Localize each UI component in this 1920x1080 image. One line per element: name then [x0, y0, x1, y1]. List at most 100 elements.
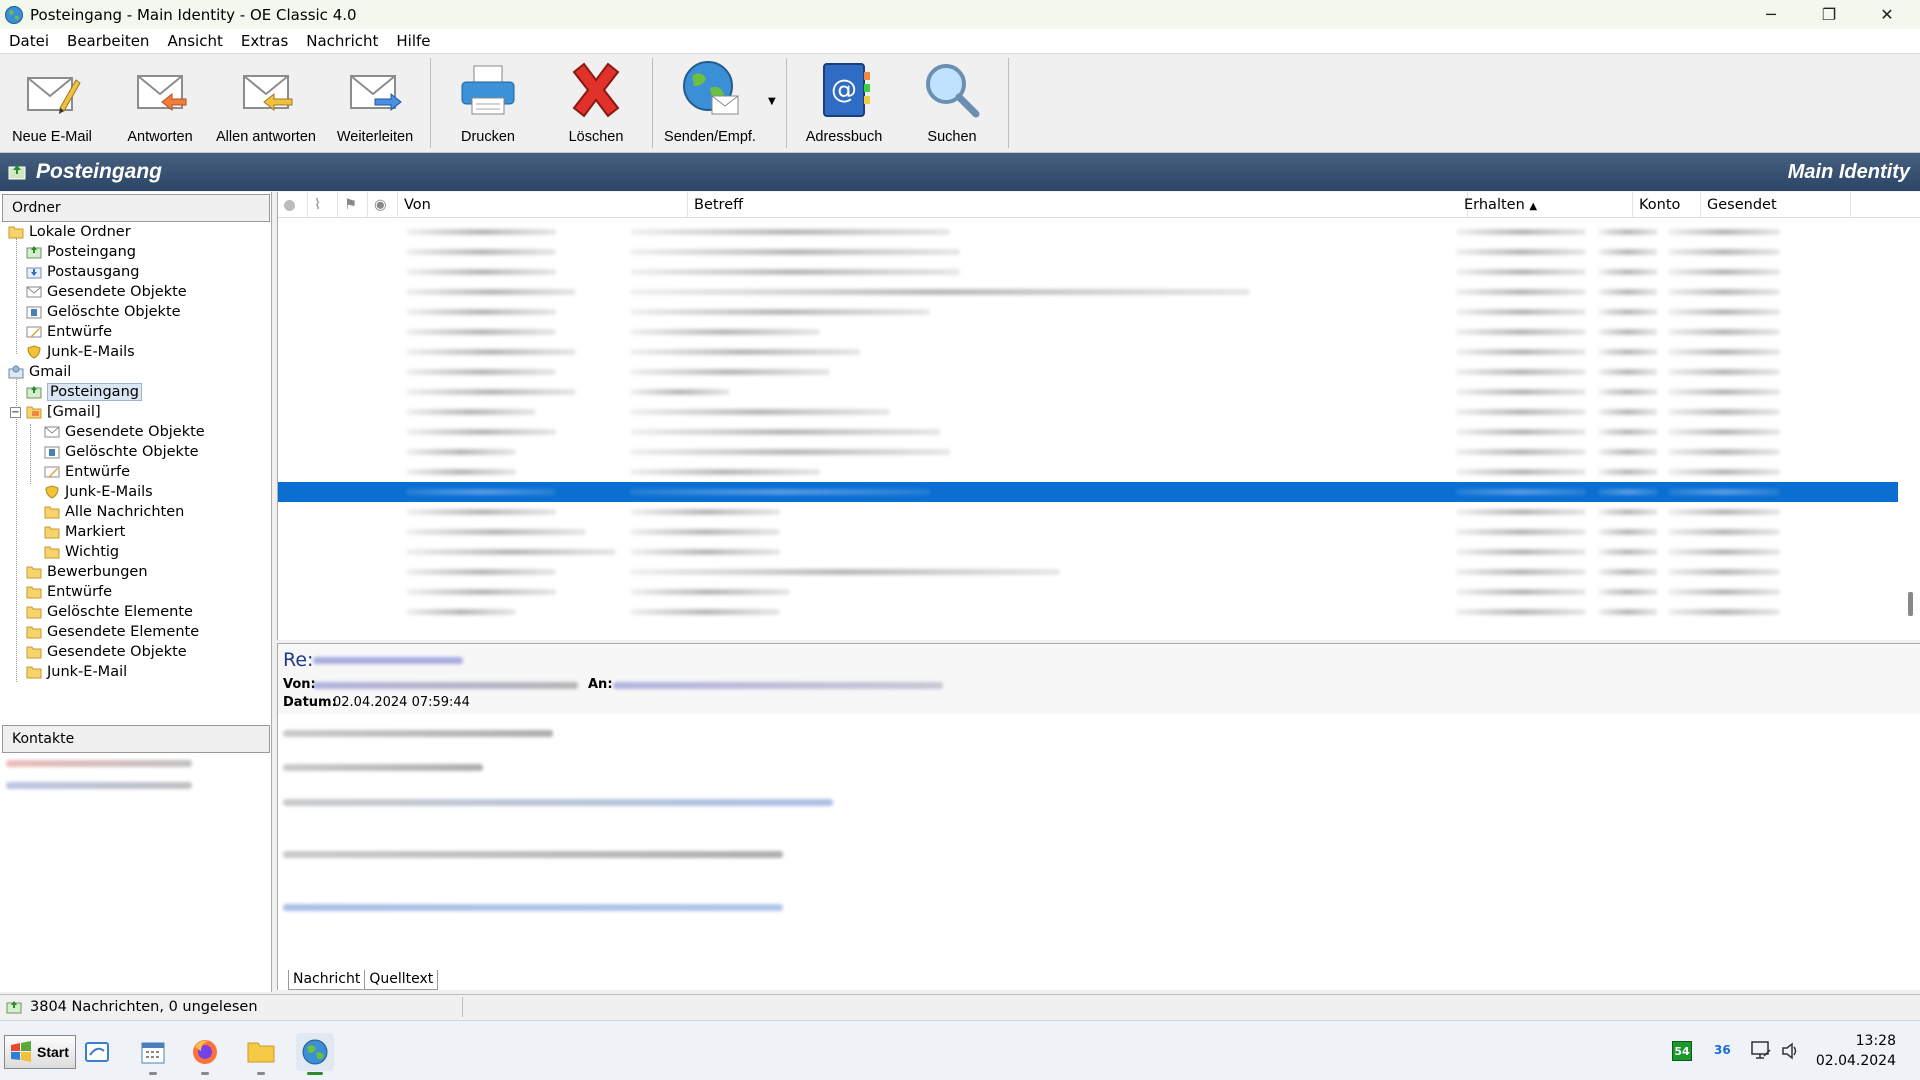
message-row[interactable] — [278, 362, 1898, 382]
reply-button[interactable]: Antworten — [118, 56, 202, 150]
folder-gmail-inbox[interactable]: Posteingang — [26, 382, 142, 402]
account-gmail[interactable]: Gmail — [8, 362, 71, 382]
close-button[interactable]: ✕ — [1858, 0, 1916, 29]
folder-local[interactable]: Lokale Ordner — [8, 222, 131, 242]
message-row[interactable] — [278, 342, 1898, 362]
col-from[interactable]: Von — [398, 192, 688, 218]
tray-app-badge[interactable]: 54 — [1672, 1041, 1692, 1061]
speaker-volume-icon[interactable] — [1780, 1041, 1800, 1061]
message-row[interactable] — [278, 582, 1898, 602]
address-book-button[interactable]: @ Adressbuch — [800, 56, 888, 150]
message-row[interactable] — [278, 382, 1898, 402]
scrollbar-thumb[interactable] — [1908, 592, 1913, 616]
print-button[interactable]: Drucken — [446, 56, 530, 150]
folder-gmail-group[interactable]: − [Gmail] — [10, 402, 101, 422]
message-row[interactable] — [278, 442, 1898, 462]
menu-hilfe[interactable]: Hilfe — [387, 32, 439, 50]
menu-datei[interactable]: Datei — [0, 32, 58, 50]
tray-temperature[interactable]: 36 — [1714, 1043, 1731, 1057]
new-mail-button[interactable]: Neue E-Mail — [10, 56, 94, 150]
folder-gmail-applications[interactable]: Bewerbungen — [26, 562, 148, 582]
message-list-scrollbar[interactable] — [1905, 222, 1917, 632]
message-row[interactable] — [278, 282, 1898, 302]
col-subject[interactable]: Betreff — [688, 192, 1468, 218]
col-account[interactable]: Konto — [1633, 192, 1701, 218]
message-row[interactable] — [278, 562, 1898, 582]
address-book-label: Adressbuch — [805, 129, 883, 145]
taskbar-app-explorer[interactable] — [78, 1033, 116, 1071]
folder-gmail-sent[interactable]: Gesendete Objekte — [44, 422, 205, 442]
col-sent[interactable]: Gesendet — [1701, 192, 1851, 218]
col-attachment[interactable]: ⌇ — [308, 192, 338, 218]
message-row[interactable] — [278, 402, 1898, 422]
taskbar-app-firefox[interactable] — [186, 1033, 224, 1075]
menu-bearbeiten[interactable]: Bearbeiten — [58, 32, 158, 50]
gmail-folder-icon — [26, 406, 42, 419]
taskbar-app-file-explorer[interactable] — [242, 1033, 280, 1075]
reply-all-button[interactable]: Allen antworten — [212, 56, 320, 150]
forward-button[interactable]: Weiterleiten — [330, 56, 420, 150]
maximize-button[interactable]: ❐ — [1800, 0, 1858, 29]
folder-icon — [26, 586, 42, 599]
taskbar-app-calendar[interactable] — [134, 1033, 172, 1075]
col-received[interactable]: Erhalten ▲ — [1458, 192, 1633, 218]
folder-gmail-important[interactable]: Wichtig — [44, 542, 119, 562]
taskbar-clock[interactable]: 13:28 02.04.2024 — [1816, 1031, 1896, 1071]
trash-icon — [44, 446, 60, 459]
message-row[interactable] — [278, 542, 1898, 562]
message-row[interactable] — [278, 522, 1898, 542]
tab-message[interactable]: Nachricht — [288, 970, 366, 990]
folder-gmail-junk[interactable]: Junk-E-Mails — [44, 482, 153, 502]
preview-date-value: 02.04.2024 07:59:44 — [333, 695, 470, 710]
network-icon[interactable] — [1750, 1039, 1772, 1061]
preview-to-value[interactable] — [613, 682, 943, 689]
contact-entry[interactable] — [6, 760, 192, 767]
menu-extras[interactable]: Extras — [232, 32, 297, 50]
message-row[interactable] — [278, 262, 1898, 282]
folder-gmail-junk-mail[interactable]: Junk-E-Mail — [26, 662, 127, 682]
eye-icon: ◉ — [374, 197, 387, 213]
menu-nachricht[interactable]: Nachricht — [297, 32, 387, 50]
send-receive-dropdown-arrow-icon[interactable]: ▼ — [768, 96, 776, 107]
folder-local-deleted[interactable]: Gelöschte Objekte — [26, 302, 181, 322]
message-row[interactable] — [278, 502, 1898, 522]
taskbar-app-oe-classic[interactable] — [296, 1033, 334, 1075]
folder-local-outbox[interactable]: Postausgang — [26, 262, 139, 282]
minimize-button[interactable]: ─ — [1742, 0, 1800, 29]
folder-local-drafts[interactable]: Entwürfe — [26, 322, 112, 342]
tab-source[interactable]: Quelltext — [364, 970, 439, 990]
preview-from-value[interactable] — [313, 682, 578, 689]
message-row[interactable] — [278, 242, 1898, 262]
folder-gmail-all[interactable]: Alle Nachrichten — [44, 502, 184, 522]
message-row[interactable] — [278, 422, 1898, 442]
title-bar: Posteingang - Main Identity - OE Classic… — [0, 0, 1920, 29]
folder-gmail-sent-elements[interactable]: Gesendete Elemente — [26, 622, 199, 642]
menu-ansicht[interactable]: Ansicht — [158, 32, 231, 50]
folder-gmail-deleted-elements[interactable]: Gelöschte Elemente — [26, 602, 193, 622]
folder-gmail-drafts-2[interactable]: Entwürfe — [26, 582, 112, 602]
folder-local-sent[interactable]: Gesendete Objekte — [26, 282, 187, 302]
col-flag[interactable]: ⚑ — [338, 192, 368, 218]
message-row[interactable] — [278, 482, 1898, 502]
start-button[interactable]: Start — [4, 1035, 76, 1069]
col-read[interactable]: ◉ — [368, 192, 398, 218]
delete-button[interactable]: Löschen — [554, 56, 638, 150]
folder-gmail-deleted[interactable]: Gelöschte Objekte — [44, 442, 199, 462]
message-row[interactable] — [278, 222, 1898, 242]
folder-local-junk[interactable]: Junk-E-Mails — [26, 342, 135, 362]
folder-gmail-sent-objects[interactable]: Gesendete Objekte — [26, 642, 187, 662]
folder-local-inbox[interactable]: Posteingang — [26, 242, 136, 262]
collapse-toggle-icon[interactable]: − — [10, 406, 21, 418]
firefox-icon — [193, 1040, 217, 1064]
folder-icon — [26, 626, 42, 639]
search-button[interactable]: Suchen — [910, 56, 994, 150]
message-row[interactable] — [278, 462, 1898, 482]
message-row[interactable] — [278, 302, 1898, 322]
col-priority[interactable] — [278, 192, 308, 218]
contact-entry[interactable] — [6, 782, 192, 789]
send-receive-button[interactable]: Senden/Empf. — [664, 56, 756, 150]
message-row[interactable] — [278, 322, 1898, 342]
folder-gmail-starred[interactable]: Markiert — [44, 522, 125, 542]
folder-gmail-drafts[interactable]: Entwürfe — [44, 462, 130, 482]
message-row[interactable] — [278, 602, 1898, 622]
